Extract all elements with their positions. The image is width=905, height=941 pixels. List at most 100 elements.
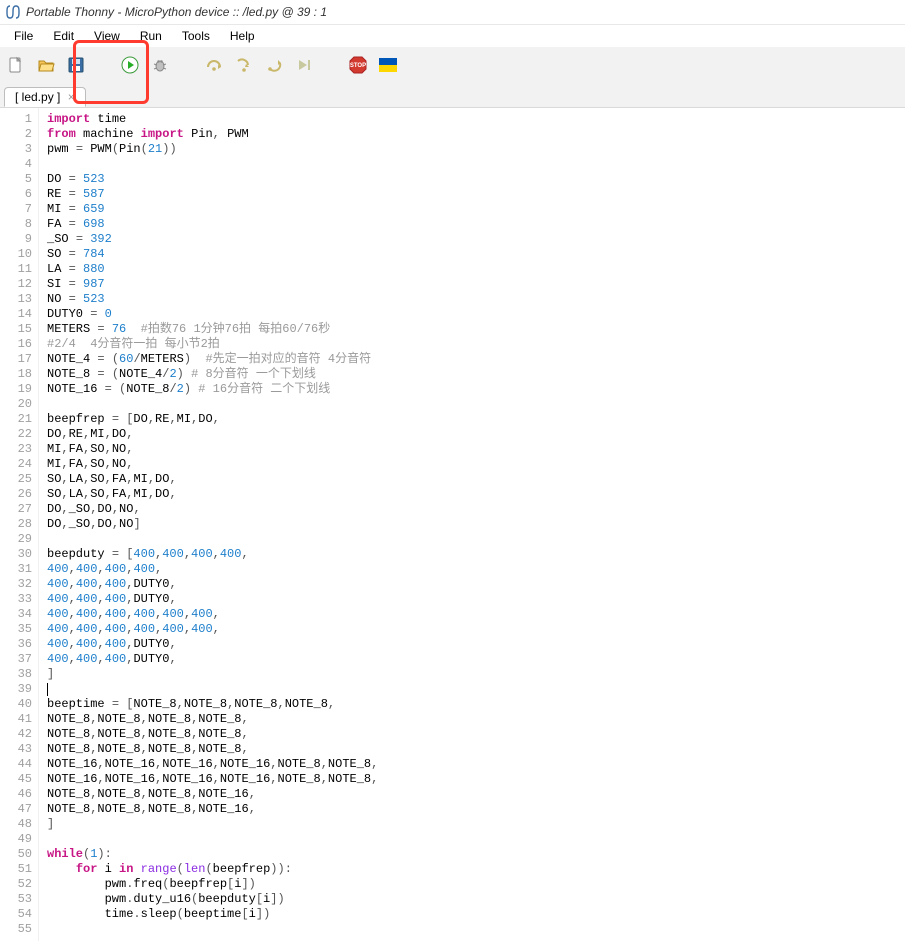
code-token: import (47, 112, 90, 126)
code-token: , (97, 652, 104, 666)
code-line[interactable]: beeptime = [NOTE_8,NOTE_8,NOTE_8,NOTE_8, (47, 697, 905, 712)
code-line[interactable]: from machine import Pin, PWM (47, 127, 905, 142)
menu-edit-label: Edit (53, 29, 74, 43)
code-line[interactable]: 400,400,400,DUTY0, (47, 577, 905, 592)
code-token: 400 (220, 547, 242, 561)
code-line[interactable]: SO,LA,SO,FA,MI,DO, (47, 472, 905, 487)
code-line[interactable]: 400,400,400,DUTY0, (47, 637, 905, 652)
code-line[interactable]: MI = 659 (47, 202, 905, 217)
code-line[interactable] (47, 832, 905, 847)
step-into-button[interactable] (234, 55, 254, 75)
code-line[interactable]: DO,_SO,DO,NO, (47, 502, 905, 517)
code-line[interactable]: LA = 880 (47, 262, 905, 277)
code-line[interactable]: pwm.duty_u16(beepduty[i]) (47, 892, 905, 907)
code-token: DO (47, 427, 61, 441)
code-line[interactable]: time.sleep(beeptime[i]) (47, 907, 905, 922)
code-line[interactable]: beepduty = [400,400,400,400, (47, 547, 905, 562)
code-line[interactable] (47, 157, 905, 172)
support-ukraine-button[interactable] (378, 55, 398, 75)
code-editor[interactable]: 1234567891011121314151617181920212223242… (0, 108, 905, 941)
code-line[interactable]: #2/4 4分音符一拍 每小节2拍 (47, 337, 905, 352)
code-token: , (97, 562, 104, 576)
line-number: 37 (0, 652, 32, 667)
code-line[interactable]: pwm = PWM(Pin(21)) (47, 142, 905, 157)
code-token: NOTE_8 (285, 697, 328, 711)
code-line[interactable]: NOTE_16 = (NOTE_8/2) # 16分音符 二个下划线 (47, 382, 905, 397)
editor-tab-active[interactable]: [ led.py ] × (4, 87, 86, 107)
code-line[interactable]: SI = 987 (47, 277, 905, 292)
code-area[interactable]: import timefrom machine import Pin, PWMp… (39, 108, 905, 941)
code-line[interactable]: NOTE_8,NOTE_8,NOTE_8,NOTE_8, (47, 742, 905, 757)
resume-button[interactable] (294, 55, 314, 75)
code-line[interactable]: 400,400,400,400, (47, 562, 905, 577)
code-line[interactable]: NOTE_8,NOTE_8,NOTE_8,NOTE_8, (47, 727, 905, 742)
code-line[interactable]: _SO = 392 (47, 232, 905, 247)
close-icon[interactable]: × (68, 90, 75, 104)
code-line[interactable]: RE = 587 (47, 187, 905, 202)
code-line[interactable]: pwm.freq(beepfrep[i]) (47, 877, 905, 892)
code-line[interactable]: for i in range(len(beepfrep)): (47, 862, 905, 877)
menu-run[interactable]: Run (130, 27, 172, 45)
code-token: 21 (148, 142, 162, 156)
code-line[interactable]: FA = 698 (47, 217, 905, 232)
code-token: , (270, 772, 277, 786)
code-line[interactable]: ] (47, 667, 905, 682)
code-token: = (69, 292, 76, 306)
step-over-button[interactable] (204, 55, 224, 75)
step-out-button[interactable] (264, 55, 284, 75)
app-icon (6, 5, 20, 19)
code-line[interactable] (47, 397, 905, 412)
code-line[interactable]: ] (47, 817, 905, 832)
menu-view[interactable]: View (84, 27, 130, 45)
code-line[interactable]: NOTE_16,NOTE_16,NOTE_16,NOTE_16,NOTE_8,N… (47, 772, 905, 787)
debug-button[interactable] (150, 55, 170, 75)
code-line[interactable] (47, 922, 905, 937)
code-line[interactable]: NOTE_8,NOTE_8,NOTE_8,NOTE_16, (47, 802, 905, 817)
code-line[interactable]: SO,LA,SO,FA,MI,DO, (47, 487, 905, 502)
code-line[interactable]: NO = 523 (47, 292, 905, 307)
code-line[interactable] (47, 532, 905, 547)
code-line[interactable]: SO = 784 (47, 247, 905, 262)
code-token: , (213, 757, 220, 771)
code-token (47, 877, 105, 891)
code-line[interactable]: NOTE_8 = (NOTE_4/2) # 8分音符 一个下划线 (47, 367, 905, 382)
code-line[interactable]: METERS = 76 #拍数76 1分钟76拍 每拍60/76秒 (47, 322, 905, 337)
code-line[interactable]: NOTE_4 = (60/METERS) #先定一拍对应的音符 4分音符 (47, 352, 905, 367)
code-line[interactable]: NOTE_8,NOTE_8,NOTE_8,NOTE_8, (47, 712, 905, 727)
code-token: sleep (141, 907, 177, 921)
open-file-button[interactable] (36, 55, 56, 75)
code-line[interactable]: while(1): (47, 847, 905, 862)
menu-tools[interactable]: Tools (172, 27, 220, 45)
code-line[interactable]: 400,400,400,400,400,400, (47, 622, 905, 637)
code-token: #拍数76 1分钟76拍 每拍60/76秒 (141, 322, 331, 336)
code-token (105, 352, 112, 366)
code-token: = (69, 262, 76, 276)
code-line[interactable]: beepfrep = [DO,RE,MI,DO, (47, 412, 905, 427)
code-line[interactable]: DO,RE,MI,DO, (47, 427, 905, 442)
menu-file[interactable]: File (4, 27, 43, 45)
code-line[interactable]: MI,FA,SO,NO, (47, 442, 905, 457)
menu-edit[interactable]: Edit (43, 27, 84, 45)
code-line[interactable]: NOTE_16,NOTE_16,NOTE_16,NOTE_16,NOTE_8,N… (47, 757, 905, 772)
code-token: , (169, 652, 176, 666)
code-token: , (126, 442, 133, 456)
code-token: NOTE_8 (148, 712, 191, 726)
run-button[interactable] (120, 55, 140, 75)
code-line[interactable] (47, 682, 905, 697)
stop-button[interactable]: STOP (348, 55, 368, 75)
code-line[interactable]: DO,_SO,DO,NO] (47, 517, 905, 532)
code-line[interactable]: DUTY0 = 0 (47, 307, 905, 322)
code-token: 400 (105, 592, 127, 606)
code-line[interactable]: 400,400,400,400,400,400, (47, 607, 905, 622)
code-token: 400 (191, 547, 213, 561)
code-token: NOTE_8 (97, 787, 140, 801)
save-button[interactable] (66, 55, 86, 75)
code-line[interactable]: import time (47, 112, 905, 127)
menu-help[interactable]: Help (220, 27, 265, 45)
code-line[interactable]: MI,FA,SO,NO, (47, 457, 905, 472)
code-line[interactable]: NOTE_8,NOTE_8,NOTE_8,NOTE_16, (47, 787, 905, 802)
code-line[interactable]: 400,400,400,DUTY0, (47, 592, 905, 607)
new-file-button[interactable] (6, 55, 26, 75)
code-line[interactable]: 400,400,400,DUTY0, (47, 652, 905, 667)
code-line[interactable]: DO = 523 (47, 172, 905, 187)
